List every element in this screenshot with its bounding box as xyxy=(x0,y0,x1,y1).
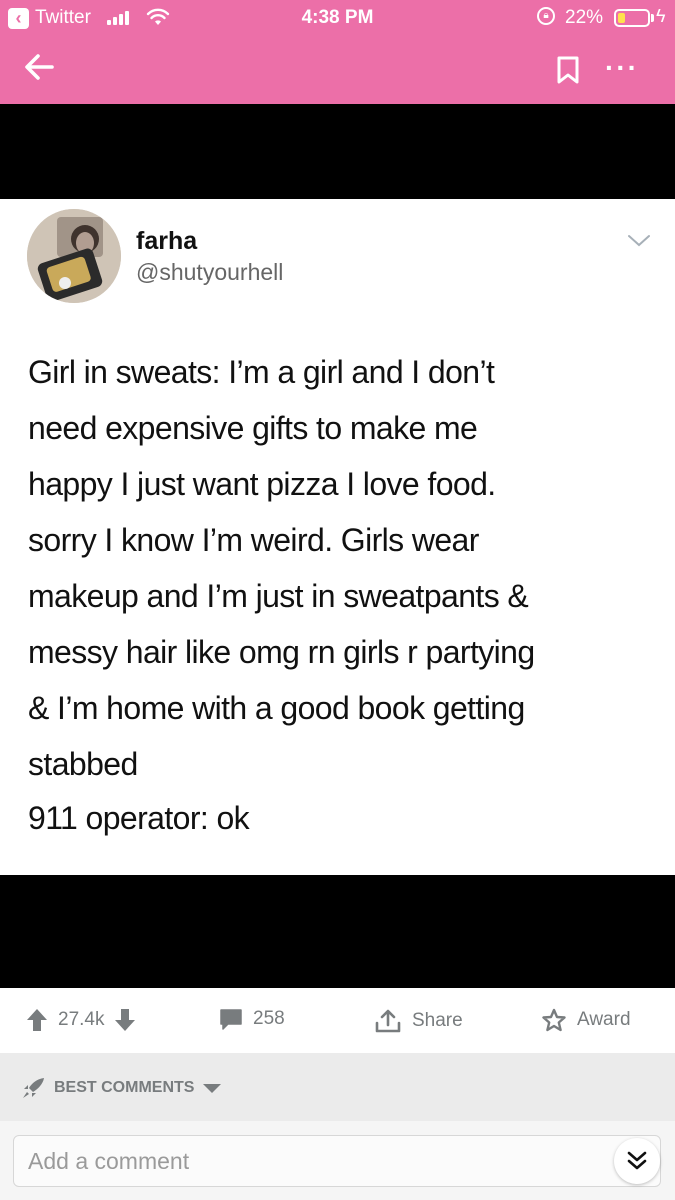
tweet-author-handle: @shutyourhell xyxy=(136,259,284,285)
arrow-left-icon[interactable] xyxy=(22,50,56,84)
collapse-comments-button[interactable] xyxy=(614,1138,660,1184)
status-bar: ‹ Twitter 4:38 PM 🔒︎ 22% ϟ xyxy=(0,0,675,36)
share-button[interactable]: Share xyxy=(374,1008,463,1034)
upvote-icon[interactable] xyxy=(26,1008,48,1032)
comment-icon xyxy=(220,1009,242,1030)
app-header: ‹ Twitter 4:38 PM 🔒︎ 22% ϟ ··· xyxy=(0,0,675,104)
share-label: Share xyxy=(412,1010,463,1031)
post-image[interactable]: farha @shutyourhell Girl in sweats: I’m … xyxy=(0,104,675,988)
post-action-bar: 27.4k 258 Share Award xyxy=(0,988,675,1053)
chevron-down-icon xyxy=(628,235,650,247)
downvote-icon[interactable] xyxy=(114,1008,136,1032)
comment-composer xyxy=(0,1121,675,1200)
battery-percent: 22% xyxy=(565,7,604,28)
rocket-icon xyxy=(23,1078,44,1098)
comment-sort-label: BEST COMMENTS xyxy=(54,1079,195,1096)
comments-header: BEST COMMENTS xyxy=(0,1053,675,1121)
battery-nub xyxy=(651,14,654,22)
comment-count: 258 xyxy=(253,1008,285,1029)
rotation-lock-icon: 🔒︎ xyxy=(537,7,555,25)
vote-group: 27.4k xyxy=(26,1008,136,1032)
double-chevron-down-icon xyxy=(627,1151,647,1170)
bookmark-icon[interactable] xyxy=(556,56,580,84)
charging-icon: ϟ xyxy=(656,6,666,26)
avatar xyxy=(27,209,121,303)
comment-sort-dropdown[interactable]: BEST COMMENTS xyxy=(22,1077,222,1099)
award-button[interactable]: Award xyxy=(541,1008,631,1032)
tweet-card: farha @shutyourhell Girl in sweats: I’m … xyxy=(0,199,675,875)
award-icon xyxy=(542,1008,566,1032)
tweet-text: Girl in sweats: I’m a girl and I don’t n… xyxy=(28,354,535,782)
share-icon xyxy=(375,1009,401,1033)
tweet-author-name: farha xyxy=(136,227,198,255)
comments-button[interactable]: 258 xyxy=(219,1008,285,1030)
battery-level xyxy=(618,13,625,23)
battery-icon xyxy=(614,9,650,27)
caret-down-icon xyxy=(203,1084,222,1093)
more-icon[interactable]: ··· xyxy=(605,52,639,84)
avatar-image xyxy=(27,209,121,303)
vote-score: 27.4k xyxy=(58,1009,105,1030)
award-label: Award xyxy=(577,1009,631,1030)
add-comment-input[interactable] xyxy=(13,1135,661,1187)
tweet-reply-line: 911 operator: ok xyxy=(28,800,250,836)
